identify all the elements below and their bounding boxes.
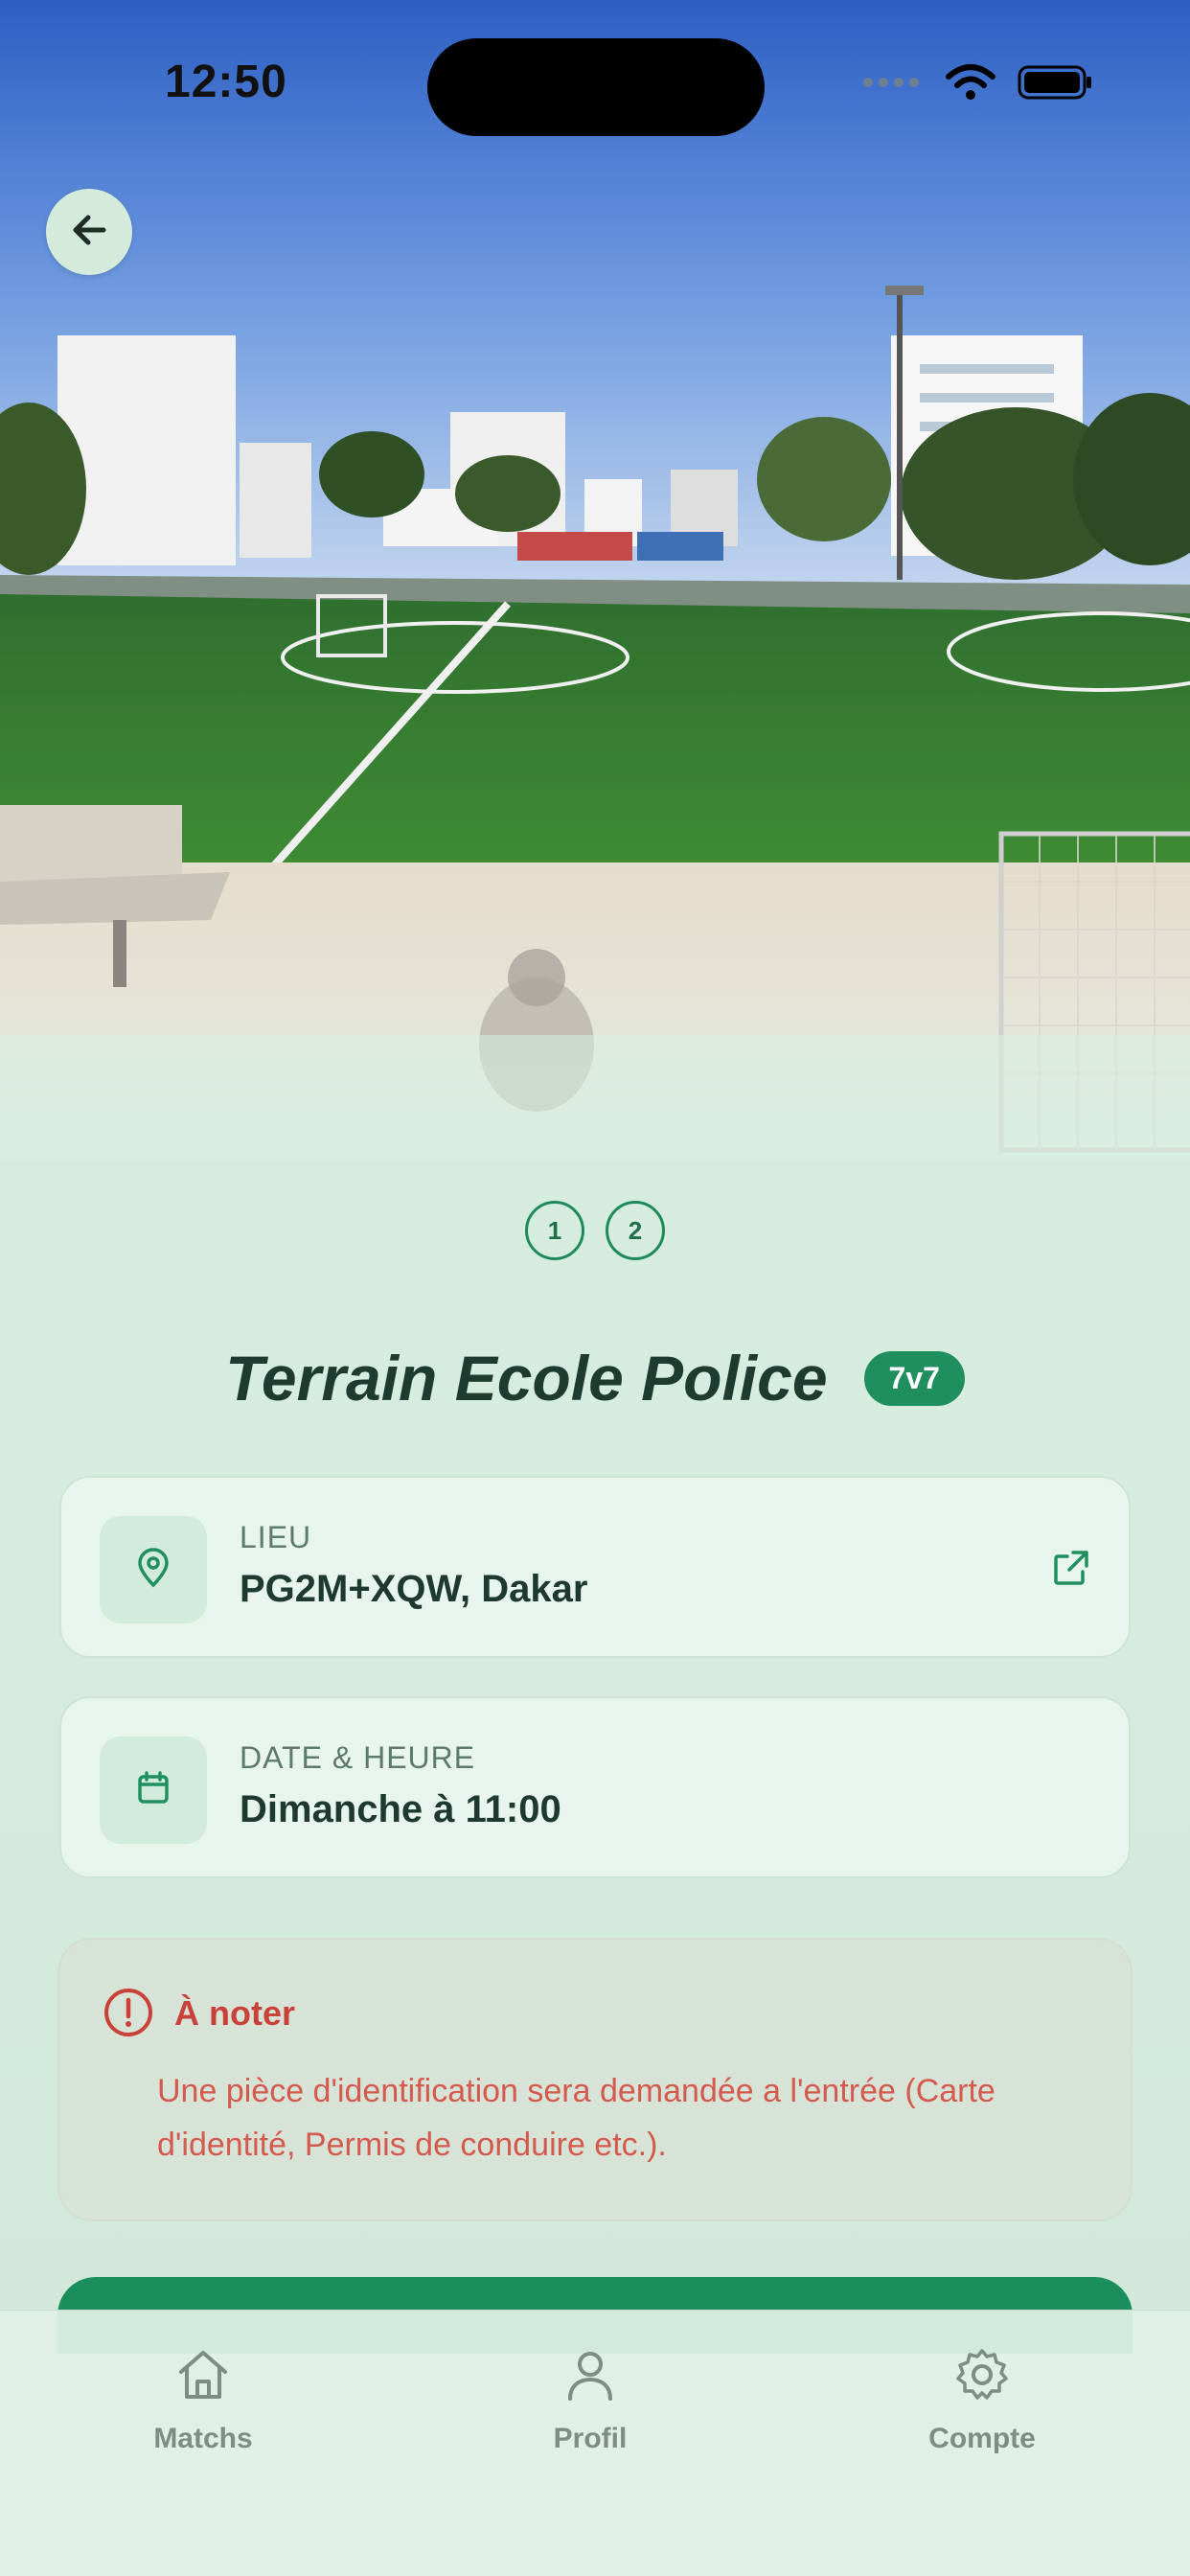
- datetime-card: DATE & HEURE Dimanche à 11:00: [59, 1696, 1131, 1878]
- map-pin-icon: [132, 1547, 174, 1594]
- tab-matchs[interactable]: Matchs: [107, 2345, 299, 2455]
- image-pager: 1 2: [0, 1201, 1190, 1260]
- dynamic-island: [427, 38, 765, 136]
- tab-profil[interactable]: Profil: [494, 2345, 686, 2455]
- tab-compte-label: Compte: [928, 2423, 1036, 2454]
- home-icon: [173, 2345, 233, 2409]
- tab-matchs-label: Matchs: [153, 2423, 253, 2454]
- notice-text: Une pièce d'identification sera demandée…: [157, 2073, 995, 2163]
- app-screen: 12:50 1 2 Terrain Ecole Police 7v7 LIEU …: [0, 0, 1190, 2576]
- location-card[interactable]: LIEU PG2M+XQW, Dakar: [59, 1476, 1131, 1658]
- status-icons: [862, 63, 1094, 106]
- user-icon: [561, 2345, 620, 2409]
- datetime-icon-wrap: [100, 1736, 207, 1844]
- status-bar: 12:50: [0, 0, 1190, 144]
- notice-title: À noter: [174, 1993, 295, 2033]
- arrow-left-icon: [67, 208, 111, 257]
- status-time: 12:50: [165, 57, 287, 107]
- format-badge: 7v7: [863, 1350, 965, 1406]
- calendar-icon: [132, 1767, 174, 1814]
- venue-photo[interactable]: [0, 0, 1190, 1160]
- external-link-icon[interactable]: [1048, 1545, 1094, 1596]
- tab-bar: Matchs Profil Compte: [0, 2310, 1190, 2576]
- football-pitch-image: [0, 0, 1190, 1160]
- signal-icon: [862, 73, 924, 97]
- location-label: LIEU: [240, 1520, 312, 1554]
- tab-compte[interactable]: Compte: [886, 2345, 1078, 2455]
- datetime-value: Dimanche à 11:00: [240, 1788, 561, 1830]
- battery-icon: [1018, 63, 1094, 106]
- back-button[interactable]: [46, 189, 132, 275]
- location-value: PG2M+XQW, Dakar: [240, 1568, 588, 1610]
- location-icon-wrap: [100, 1516, 207, 1623]
- alert-circle-icon: [102, 1986, 155, 2044]
- venue-header: Terrain Ecole Police 7v7: [0, 1342, 1190, 1414]
- gear-icon: [952, 2345, 1012, 2409]
- wifi-icon: [945, 63, 996, 106]
- venue-title: Terrain Ecole Police: [225, 1343, 828, 1414]
- pager-dot-1[interactable]: 1: [525, 1201, 584, 1260]
- pager-dot-2[interactable]: 2: [606, 1201, 665, 1260]
- datetime-label: DATE & HEURE: [240, 1740, 476, 1775]
- notice-card: À noter Une pièce d'identification sera …: [57, 1938, 1133, 2221]
- tab-profil-label: Profil: [553, 2423, 628, 2454]
